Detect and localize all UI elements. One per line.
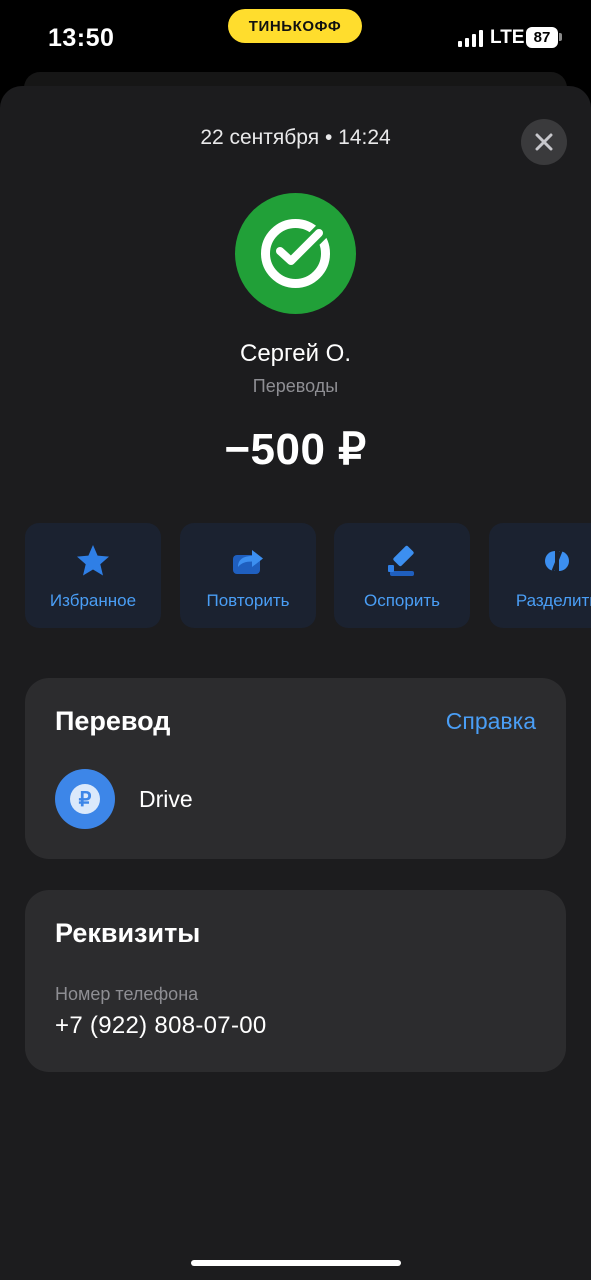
close-icon — [535, 133, 553, 151]
status-bar: 13:50 ТИНЬКОФФ LTE 87 — [0, 0, 591, 80]
split-button[interactable]: Разделить — [489, 523, 591, 628]
ruble-glyph: ₽ — [70, 784, 100, 814]
status-time: 13:50 — [48, 24, 115, 52]
signal-icon — [458, 30, 484, 47]
transaction-amount: −500 ₽ — [224, 425, 367, 474]
phone-label: Номер телефона — [55, 984, 199, 1004]
repeat-icon — [233, 550, 263, 574]
dispute-button[interactable]: Оспорить — [334, 523, 470, 628]
favorite-button[interactable]: Избранное — [25, 523, 161, 628]
close-button[interactable] — [521, 119, 567, 165]
transaction-date: 22 сентября • 14:24 — [200, 126, 391, 149]
sber-logo — [235, 193, 356, 314]
drive-item-label[interactable]: Drive — [139, 786, 193, 813]
transaction-category: Переводы — [252, 376, 339, 396]
favorite-label: Избранное — [49, 591, 137, 610]
battery-tip — [559, 33, 562, 41]
repeat-label: Повторить — [206, 591, 290, 610]
transfer-card-title: Перевод — [55, 706, 171, 736]
split-label: Разделить — [515, 591, 591, 610]
ruble-icon: ₽ — [55, 769, 115, 829]
counterparty-name: Сергей О. — [239, 340, 351, 367]
split-icon — [545, 550, 569, 572]
repeat-button[interactable]: Повторить — [180, 523, 316, 628]
star-icon — [77, 545, 109, 576]
network-type: LTE — [490, 27, 525, 48]
phone-value[interactable]: +7 (922) 808-07-00 — [55, 1012, 267, 1040]
details-card: Реквизиты Номер телефона +7 (922) 808-07… — [25, 890, 566, 1072]
home-indicator[interactable] — [191, 1260, 401, 1266]
transfer-card: Перевод Справка ₽ Drive — [25, 678, 566, 859]
dispute-label: Оспорить — [364, 591, 440, 610]
help-link[interactable]: Справка — [446, 708, 536, 735]
sber-check-icon — [261, 219, 330, 288]
transaction-sheet: 22 сентября • 14:24 Сергей О. Переводы −… — [0, 86, 591, 1280]
bank-badge: ТИНЬКОФФ — [228, 9, 362, 43]
battery-icon: 87 — [526, 27, 558, 48]
dispute-icon — [388, 545, 414, 576]
details-card-title: Реквизиты — [55, 918, 201, 948]
